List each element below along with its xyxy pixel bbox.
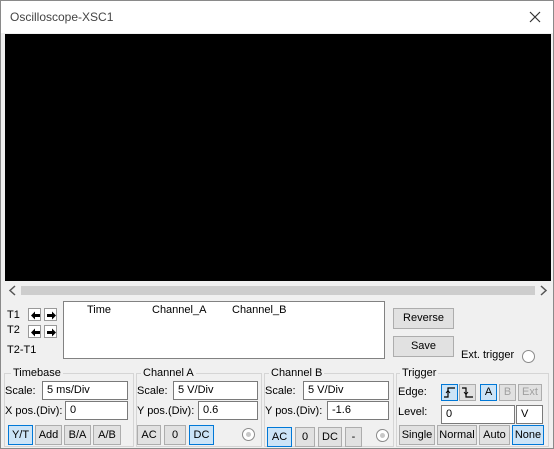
channel-a-ypos-label: Y pos.(Div): [137, 405, 195, 417]
channel-a-title: Channel A [141, 367, 196, 379]
trigger-single-button[interactable]: Single [399, 425, 435, 445]
channel-b-terminal[interactable] [376, 429, 389, 442]
scrollbar-thumb[interactable] [21, 286, 535, 295]
channel-b-dc-button[interactable]: DC [318, 427, 342, 447]
timebase-scale-label: Scale: [5, 385, 36, 397]
measurement-readout: Time Channel_A Channel_B [63, 301, 385, 359]
t2-left-arrow-icon[interactable] [28, 325, 41, 338]
channel-b-ypos-field[interactable]: -1.6 [327, 401, 389, 420]
channel-a-dc-button[interactable]: DC [189, 425, 214, 445]
save-button[interactable]: Save [393, 336, 454, 357]
trigger-level-unit[interactable]: V [516, 405, 543, 424]
t2-label: T2 [7, 324, 20, 336]
ext-trigger-label: Ext. trigger [461, 349, 515, 361]
title-bar: Oscilloscope-XSC1 [1, 1, 553, 33]
timebase-xpos-label: X pos.(Div): [5, 405, 63, 417]
scope-display[interactable] [5, 34, 551, 281]
trigger-source-b-button[interactable]: B [499, 384, 516, 401]
channel-b-zero-button[interactable]: 0 [295, 427, 315, 447]
trigger-none-button[interactable]: None [512, 425, 544, 445]
mode-add-button[interactable]: Add [35, 425, 62, 445]
mode-ab-button[interactable]: A/B [93, 425, 121, 445]
t1-right-arrow-icon[interactable] [44, 308, 57, 321]
channel-b-title: Channel B [269, 367, 325, 379]
t1-label: T1 [7, 309, 20, 321]
column-time: Time [87, 304, 112, 316]
trigger-title: Trigger [400, 367, 439, 379]
trigger-normal-button[interactable]: Normal [437, 425, 477, 445]
reverse-button[interactable]: Reverse [393, 308, 454, 329]
ext-trigger-terminal[interactable] [522, 350, 535, 363]
channel-a-zero-button[interactable]: 0 [164, 425, 186, 445]
close-icon[interactable] [525, 7, 545, 27]
channel-a-terminal[interactable] [242, 428, 255, 441]
t2-right-arrow-icon[interactable] [44, 325, 57, 338]
oscilloscope-window: Oscilloscope-XSC1 T1 T2 T2-T1 Time Chann… [0, 0, 554, 449]
trigger-level-field[interactable]: 0 [441, 405, 515, 424]
cursor-controls: T1 T2 T2-T1 [4, 301, 62, 359]
falling-edge-icon[interactable] [459, 384, 476, 401]
column-channel-b: Channel_B [232, 304, 287, 316]
rising-edge-icon[interactable] [441, 384, 458, 401]
trigger-edge-label: Edge: [398, 386, 427, 398]
timebase-title: Timebase [11, 367, 63, 379]
channel-a-scale-field[interactable]: 5 V/Div [173, 381, 258, 400]
t2-t1-label: T2-T1 [7, 344, 37, 356]
channel-a-ypos-field[interactable]: 0.6 [198, 401, 258, 420]
trigger-auto-button[interactable]: Auto [479, 425, 510, 445]
window-title: Oscilloscope-XSC1 [10, 10, 114, 24]
column-channel-a: Channel_A [152, 304, 207, 316]
scroll-right-icon[interactable] [536, 284, 550, 297]
channel-a-ac-button[interactable]: AC [137, 425, 161, 445]
channel-b-ac-button[interactable]: AC [267, 427, 292, 447]
horizontal-scrollbar[interactable] [5, 283, 551, 298]
channel-b-scale-field[interactable]: 5 V/Div [303, 381, 389, 400]
channel-b-ypos-label: Y pos.(Div): [265, 405, 323, 417]
t1-left-arrow-icon[interactable] [28, 308, 41, 321]
channel-a-scale-label: Scale: [137, 385, 168, 397]
channel-b-scale-label: Scale: [265, 385, 296, 397]
mode-yt-button[interactable]: Y/T [8, 425, 33, 445]
channel-b-invert-button[interactable]: - [345, 427, 362, 447]
trigger-level-label: Level: [398, 406, 428, 418]
trigger-source-a-button[interactable]: A [480, 384, 497, 401]
timebase-scale-field[interactable]: 5 ms/Div [42, 381, 128, 400]
trigger-source-ext-button[interactable]: Ext [518, 384, 542, 401]
timebase-xpos-field[interactable]: 0 [65, 401, 128, 420]
mode-ba-button[interactable]: B/A [64, 425, 91, 445]
scroll-left-icon[interactable] [6, 284, 20, 297]
